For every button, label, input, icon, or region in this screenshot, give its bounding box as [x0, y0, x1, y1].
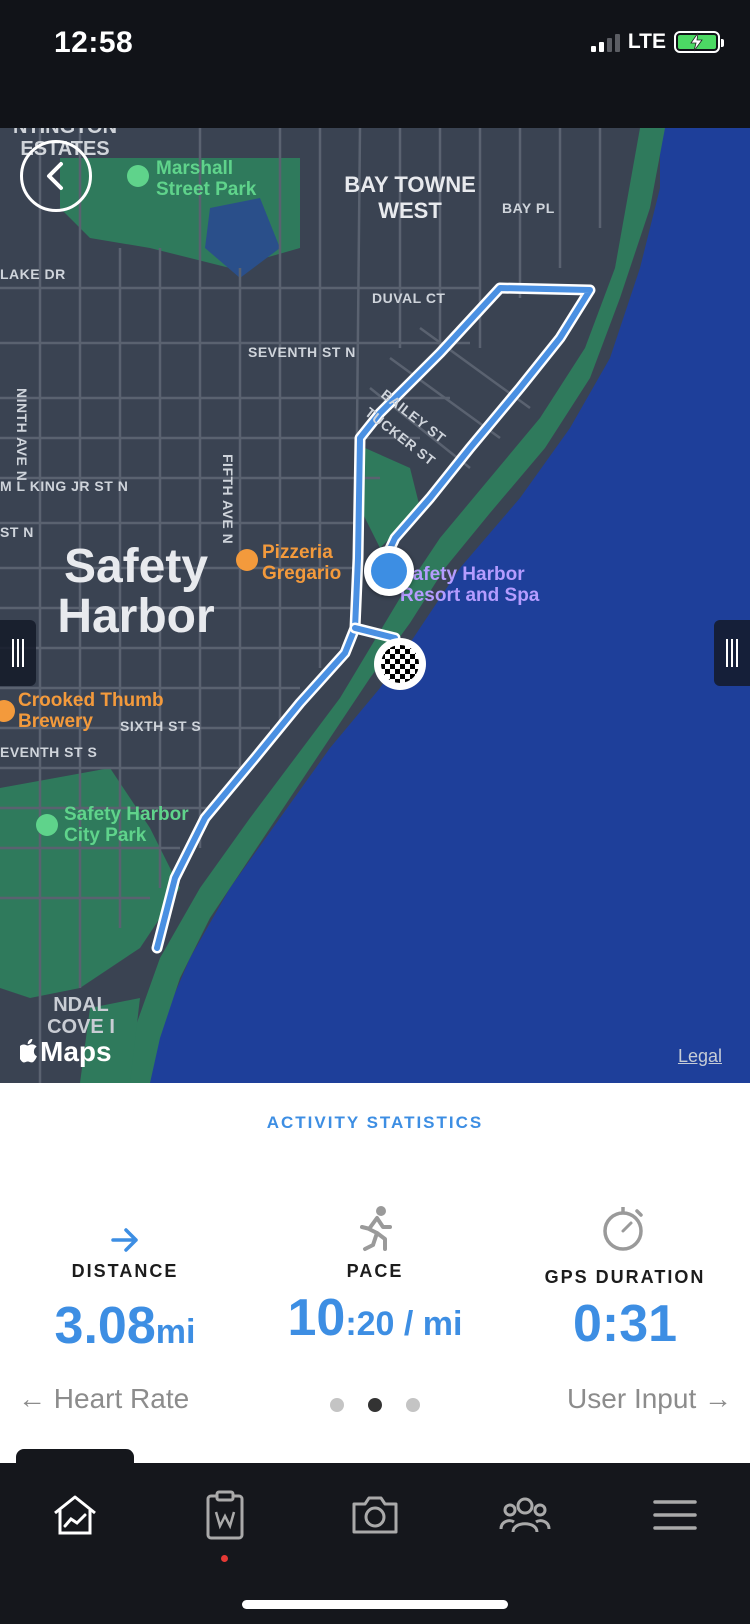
activity-statistics-panel: ACTIVITY STATISTICS DISTANCE 3.08mi PACE… [0, 1083, 750, 1463]
page-dot-active[interactable] [368, 1398, 382, 1412]
map-label-cove: NDAL COVE I [47, 994, 115, 1038]
current-location-marker [364, 546, 414, 596]
page-dot[interactable] [330, 1398, 344, 1412]
next-page-button[interactable]: User Input → [567, 1383, 732, 1415]
map-label-duval-ct: DUVAL CT [372, 290, 446, 306]
left-drawer-handle[interactable] [0, 620, 36, 686]
distance-value: 3.08mi [54, 1297, 196, 1355]
map-label-ninth-ave-n: NINTH AVE N [14, 388, 30, 482]
map-label-city: Safety Harbor [57, 540, 215, 643]
bottom-tab-bar [0, 1449, 750, 1624]
status-indicators: LTE [590, 30, 724, 54]
route-map[interactable]: NTINGTON ESTATES Marshall Street Park BA… [0, 128, 750, 1083]
tab-home[interactable] [35, 1485, 115, 1545]
notification-dot [221, 1555, 228, 1562]
runner-icon [360, 1206, 392, 1251]
tab-camera[interactable] [335, 1485, 415, 1545]
stats-title: ACTIVITY STATISTICS [266, 1113, 484, 1132]
finish-flag-icon [374, 638, 426, 690]
chevron-left-icon [47, 162, 63, 190]
signal-icon [590, 32, 620, 52]
next-page-label: User Input [567, 1383, 697, 1414]
home-indicator[interactable] [242, 1600, 508, 1609]
distance-label: DISTANCE [71, 1261, 179, 1281]
maps-label: Maps [40, 1036, 112, 1067]
stat-pace: PACE 10:20 / mi [250, 1193, 500, 1348]
map-label-seventh-st-n: SEVENTH ST N [248, 344, 356, 360]
pace-value: 10:20 / mi [287, 1289, 463, 1347]
status-bar: 12:58 LTE [0, 0, 750, 128]
map-label-resort: Safety Harbor Resort and Spa [400, 564, 540, 606]
map-label-lake-dr: LAKE DR [0, 266, 66, 282]
map-label-city-park: Safety Harbor City Park [64, 804, 189, 846]
gps-duration-value: 0:31 [572, 1295, 678, 1353]
legal-link[interactable]: Legal [678, 1046, 722, 1067]
tab-workout-log[interactable] [185, 1485, 265, 1545]
apple-maps-attribution: Maps [17, 1036, 112, 1068]
arrow-left-icon: ← [18, 1383, 46, 1414]
battery-charging-icon [674, 31, 724, 53]
arrow-right-icon: → [704, 1383, 732, 1414]
map-label-bay-towne-west: BAY TOWNE WEST [344, 172, 476, 223]
map-label-pizzeria: Pizzeria Gregario [262, 542, 342, 584]
gps-duration-label: GPS DURATION [544, 1267, 706, 1287]
prev-page-label: Heart Rate [53, 1383, 190, 1414]
home-icon [54, 1495, 96, 1535]
page-indicator [330, 1398, 420, 1412]
prev-page-button[interactable]: ← Heart Rate [18, 1383, 189, 1415]
page-dot[interactable] [406, 1398, 420, 1412]
tab-community[interactable] [485, 1485, 565, 1545]
grip-icon [12, 639, 24, 667]
map-label-st-n: ST N [0, 524, 34, 540]
map-label-seventh-st-s: EVENTH ST S [0, 744, 98, 760]
arrow-right-icon [111, 1228, 138, 1252]
workout-log-icon [206, 1490, 244, 1540]
apple-logo-icon [17, 1038, 37, 1063]
stopwatch-icon [603, 1207, 643, 1251]
community-icon [499, 1497, 551, 1533]
right-drawer-handle[interactable] [714, 620, 750, 686]
map-label-marshall-park: Marshall Street Park [156, 158, 257, 200]
camera-icon [352, 1496, 398, 1534]
active-tab-indicator [16, 1449, 134, 1469]
map-label-fifth-ave-n: FIFTH AVE N [220, 454, 236, 545]
map-label-ml-king: M L KING JR ST N [0, 478, 129, 494]
status-time: 12:58 [54, 26, 134, 59]
map-label-sixth-st-s: SIXTH ST S [120, 718, 202, 734]
tab-menu[interactable] [635, 1485, 715, 1545]
stat-distance: DISTANCE 3.08mi [0, 1193, 250, 1356]
back-button[interactable] [20, 140, 92, 212]
network-type: LTE [627, 30, 666, 53]
map-label-bay-pl: BAY PL [502, 200, 555, 216]
grip-icon [726, 639, 738, 667]
menu-icon [653, 1500, 697, 1530]
pace-label: PACE [346, 1261, 404, 1281]
stat-gps-duration: GPS DURATION 0:31 [500, 1193, 750, 1354]
